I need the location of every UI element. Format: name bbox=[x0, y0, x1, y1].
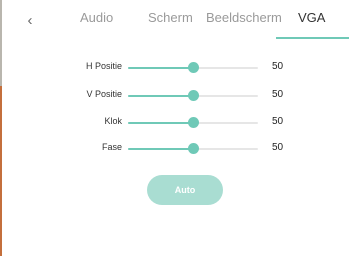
slider-thumb[interactable] bbox=[188, 62, 199, 73]
setting-label: Fase bbox=[101, 142, 122, 152]
tab-vga[interactable]: VGA bbox=[298, 10, 325, 25]
setting-row-fase: Fase 50 bbox=[2, 139, 351, 159]
setting-label: V Positie bbox=[86, 89, 122, 99]
slider-thumb[interactable] bbox=[188, 117, 199, 128]
tab-scherm[interactable]: Scherm bbox=[148, 10, 193, 25]
active-tab-indicator bbox=[276, 37, 349, 39]
slider-fill bbox=[128, 95, 193, 97]
slider-fill bbox=[128, 122, 193, 124]
tab-audio[interactable]: Audio bbox=[80, 10, 113, 25]
vga-settings-panel: ‹ Audio Scherm Beeldscherm VGA H Positie… bbox=[2, 0, 351, 256]
setting-value: 50 bbox=[272, 89, 284, 100]
v-positie-slider[interactable] bbox=[128, 86, 258, 106]
klok-slider[interactable] bbox=[128, 113, 258, 133]
setting-label: H Positie bbox=[85, 61, 122, 71]
tab-bar: Audio Scherm Beeldscherm VGA bbox=[2, 0, 351, 40]
setting-value: 50 bbox=[272, 116, 284, 127]
tab-beeldscherm[interactable]: Beeldscherm bbox=[206, 10, 282, 25]
slider-fill bbox=[128, 148, 193, 150]
setting-row-h-positie: H Positie 50 bbox=[2, 58, 351, 78]
slider-fill bbox=[128, 67, 193, 69]
setting-value: 50 bbox=[272, 142, 284, 153]
setting-row-v-positie: V Positie 50 bbox=[2, 86, 351, 106]
setting-label: Klok bbox=[104, 116, 122, 126]
slider-thumb[interactable] bbox=[188, 143, 199, 154]
auto-button[interactable]: Auto bbox=[147, 175, 223, 205]
fase-slider[interactable] bbox=[128, 139, 258, 159]
setting-row-klok: Klok 50 bbox=[2, 113, 351, 133]
h-positie-slider[interactable] bbox=[128, 58, 258, 78]
setting-value: 50 bbox=[272, 61, 284, 72]
slider-thumb[interactable] bbox=[188, 90, 199, 101]
